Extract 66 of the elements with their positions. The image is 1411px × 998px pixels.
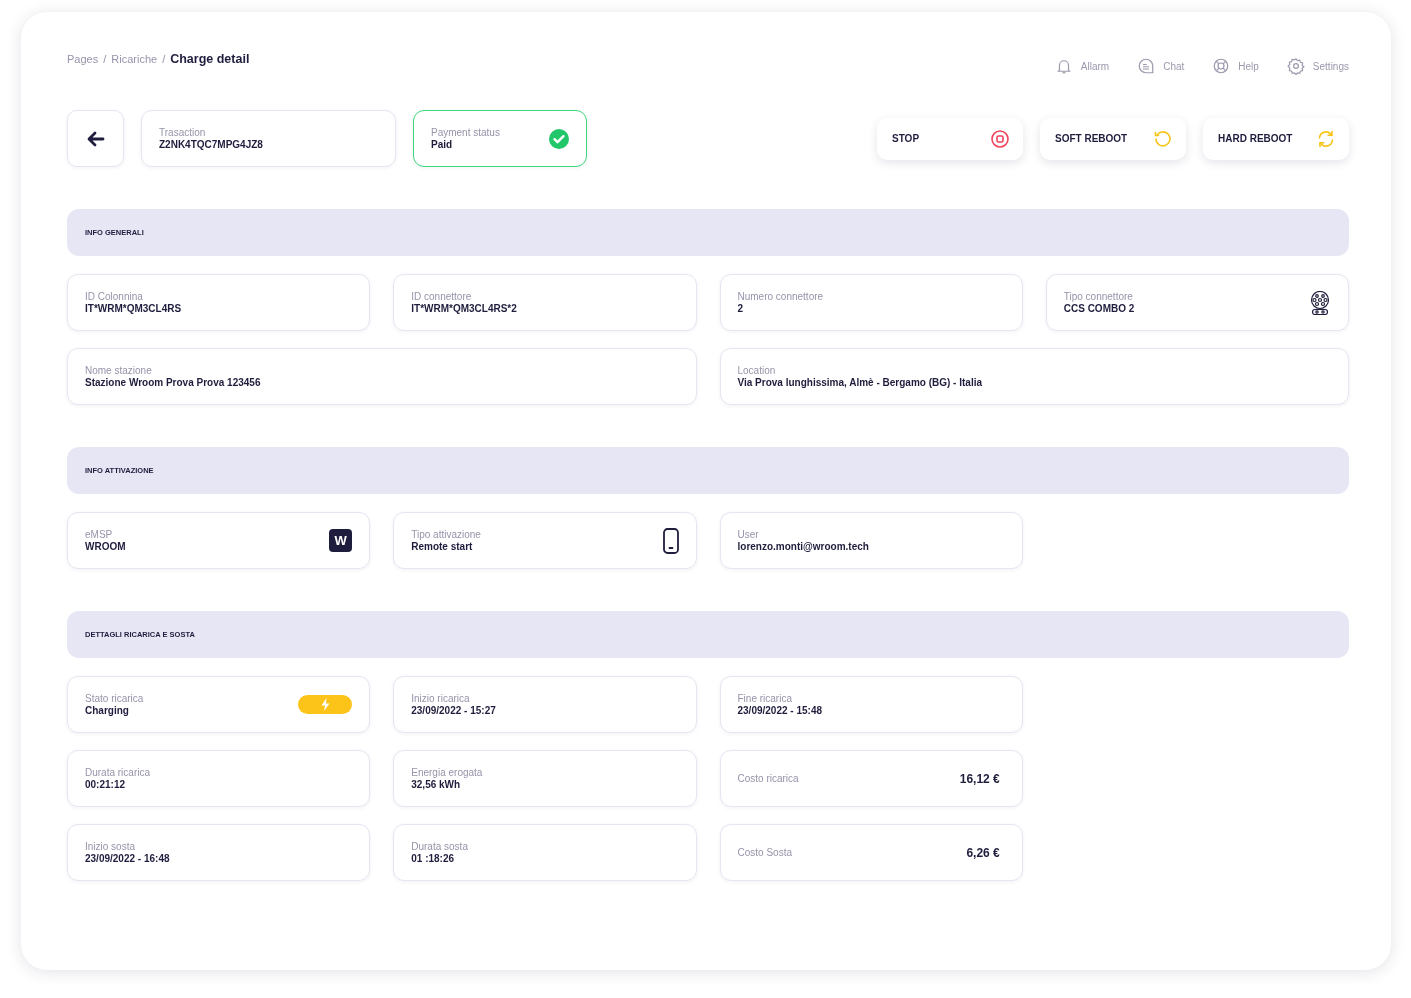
field-value: 01 :18:26 <box>411 853 456 864</box>
field-label: Durata ricarica <box>85 767 151 778</box>
field-label: Costo Sosta <box>737 847 792 858</box>
field-value: 32,56 kWh <box>411 779 462 790</box>
breadcrumb-link[interactable]: Ricariche <box>111 53 158 65</box>
breadcrumb-separator: / <box>103 53 107 65</box>
nav-link[interactable]: Chat <box>1137 57 1185 75</box>
field-label: Inizio ricarica <box>411 693 471 704</box>
field-value: 23/09/2022 - 16:48 <box>85 853 170 864</box>
nav-link[interactable]: Settings <box>1286 57 1349 75</box>
help-icon <box>1212 57 1231 75</box>
field-label: User <box>737 529 760 540</box>
field-value: 23/09/2022 - 15:48 <box>737 705 822 716</box>
lightning-icon <box>320 698 330 711</box>
field-label: Payment status <box>431 127 500 138</box>
field-label: Energia erogata <box>411 767 483 778</box>
field-label: Nome stazione <box>85 365 153 376</box>
field-value: 2 <box>737 303 745 314</box>
action-button[interactable]: STOP <box>877 117 1023 160</box>
field-value: lorenzo.monti@wroom.tech <box>737 541 869 552</box>
field-label: Costo ricarica <box>737 773 799 784</box>
settings-icon <box>1286 57 1305 75</box>
phone-icon <box>662 527 679 554</box>
field-label: ID connettore <box>411 291 473 302</box>
nav-link[interactable]: Help <box>1212 57 1259 75</box>
field-label: Numero connettore <box>737 291 824 302</box>
field-value: CCS COMBO 2 <box>1063 303 1135 314</box>
action-button[interactable]: HARD REBOOT <box>1203 117 1349 160</box>
field-value: 23/09/2022 - 15:27 <box>411 705 496 716</box>
field-label: Stato ricarica <box>85 693 144 704</box>
field-label: Tipo connettore <box>1063 291 1134 302</box>
field-value: 00:21:12 <box>85 779 127 790</box>
field-value: 16,12 € <box>959 771 1000 786</box>
field-label: ID Colonnina <box>85 291 144 302</box>
field-label: Durata sosta <box>411 841 468 852</box>
breadcrumb-current: Charge detail <box>170 52 250 66</box>
refresh-icon <box>1317 129 1335 148</box>
field-label: Trasaction <box>159 127 207 138</box>
field-value: WROOM <box>85 541 126 552</box>
connector-icon <box>1309 290 1331 315</box>
field-value: Via Prova lunghissima, Almè - Bergamo (BG) - Italia <box>737 377 982 388</box>
check-icon <box>549 128 569 149</box>
back-arrow-icon <box>86 130 105 147</box>
field-value: Charging <box>85 705 130 716</box>
field-label: Tipo attivazione <box>411 529 481 540</box>
field-value: Remote start <box>411 541 474 552</box>
action-button[interactable]: SOFT REBOOT <box>1040 117 1186 160</box>
field-label: Fine ricarica <box>737 693 793 704</box>
back-button[interactable] <box>67 110 124 167</box>
field-value: Stazione Wroom Prova Prova 123456 <box>85 377 261 388</box>
field-value: 6,26 € <box>966 845 1000 860</box>
field-value: Z2NK4TQC7MPG4JZ8 <box>159 139 263 150</box>
field-label: Inizio sosta <box>85 841 137 852</box>
rotate-icon <box>1154 129 1172 148</box>
field-value: Paid <box>431 139 454 150</box>
field-value: IT*WRM*QM3CL4RS*2 <box>411 303 517 314</box>
chat-icon <box>1137 57 1156 75</box>
nav-link[interactable]: Allarm <box>1054 57 1110 75</box>
breadcrumb-separator: / <box>162 53 166 65</box>
bell-icon <box>1054 57 1073 75</box>
field-value: IT*WRM*QM3CL4RS <box>85 303 182 314</box>
breadcrumb-link[interactable]: Pages <box>67 53 99 65</box>
field-label: eMSP <box>85 529 114 540</box>
field-label: Location <box>737 365 777 376</box>
stop-icon <box>991 129 1009 148</box>
logo-icon: W <box>329 529 353 552</box>
